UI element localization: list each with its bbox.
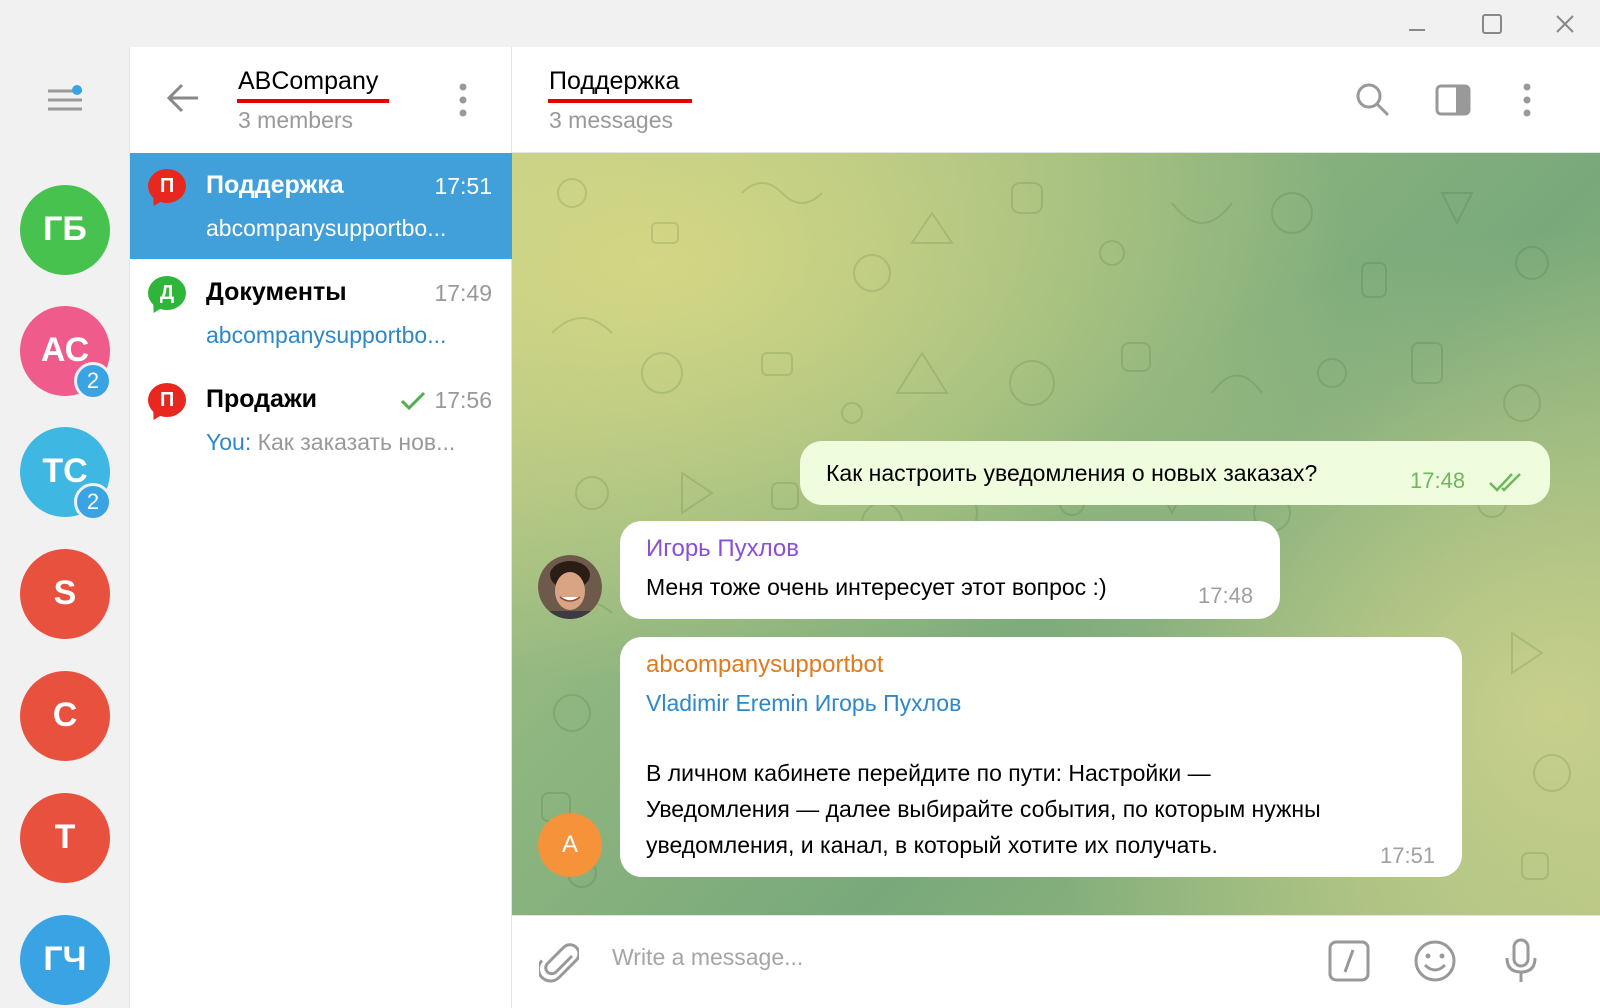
more-vertical-icon [459,83,467,117]
slash-command-icon [1328,940,1370,982]
maximize-button[interactable] [1457,0,1527,47]
chat-bubble-icon: П [148,383,186,424]
outgoing-message[interactable]: Как настроить уведомления о новых заказа… [800,441,1550,505]
conversation-panel: Поддержка 3 messages Как настроить уведо… [512,47,1600,1008]
double-check-icon [1489,473,1521,492]
bot-commands-button[interactable] [1324,936,1374,986]
group-title: ABCompany [238,67,379,95]
message-text-line: уведомления, и канал, в который хотите и… [646,832,1218,858]
unread-dot [72,85,82,95]
chat-preview: abcompanysupportbo... [206,322,496,349]
account-avatar[interactable]: АС 2 [20,306,112,400]
message-area[interactable]: Как настроить уведомления о новых заказа… [512,153,1600,915]
conversation-header: Поддержка 3 messages [512,47,1600,153]
chat-preview: abcompanysupportbo... [206,215,496,242]
attach-button[interactable] [534,936,584,986]
smile-icon [1414,940,1456,982]
maximize-icon [1482,13,1502,34]
message-input[interactable]: Write a message... [612,944,1212,971]
chat-icon-letter: Д [148,276,186,310]
message-mentions[interactable]: Vladimir Eremin Игорь Пухлов [646,685,961,721]
main-menu-button[interactable] [40,79,90,119]
close-button[interactable] [1530,0,1600,47]
account-initials: ТС [42,451,88,490]
message-text-line: Уведомления — далее выбирайте события, п… [646,796,1321,822]
chat-list-header: ABCompany 3 members [130,47,512,153]
minimize-icon [1409,28,1425,31]
back-button[interactable] [160,75,206,121]
account-initials: ГЧ [43,939,87,978]
account-avatar[interactable]: ГБ [20,185,110,275]
account-initials: АС [40,330,90,369]
chat-list-item[interactable]: П Продажи 17:56 You: Как заказать нов... [130,367,512,473]
message-time: 17:51 [1380,843,1436,868]
message-text: Меня тоже очень интересует этот вопрос :… [646,574,1107,600]
chat-preview: You: Как заказать нов... [206,429,496,456]
accounts-sidebar: ГБ АС 2 ТС 2 S C T ГЧ [0,47,130,1008]
incoming-message[interactable]: Игорь Пухлов Меня тоже очень интересует э… [620,521,1280,619]
composer-bar: Write a message... [512,915,1600,1008]
message-sender[interactable]: Игорь Пухлов [646,535,799,563]
checkmark-icon [400,391,426,411]
message-sender[interactable]: abcompanysupportbot [646,651,884,679]
minimize-button[interactable] [1382,0,1452,47]
incoming-message[interactable]: abcompanysupportbot Vladimir Eremin Игорь… [620,637,1462,877]
arrow-left-icon [166,83,198,113]
emoji-button[interactable] [1410,936,1460,986]
chat-list-item[interactable]: П Поддержка 17:51 abcompanysupportbo... [130,153,512,259]
unread-count-badge: 2 [74,362,112,400]
message-text-line: В личном кабинете перейдите по пути: Нас… [646,760,1211,786]
chat-time: 17:49 [434,280,492,306]
bot-avatar[interactable]: A [538,813,602,877]
chat-name: Поддержка [206,171,344,199]
chat-name: Документы [206,278,347,306]
account-avatar[interactable]: T [20,793,110,883]
chat-title-underline [548,99,692,103]
chat-time: 17:56 [434,387,492,413]
paperclip-icon [539,943,579,983]
preview-text: Как заказать нов... [251,429,456,455]
account-avatar[interactable]: ТС 2 [20,427,112,521]
search-button[interactable] [1350,77,1396,123]
chat-name: Продажи [206,385,318,413]
unread-count-badge: 2 [74,483,112,521]
account-avatar[interactable]: ГЧ [20,915,110,1005]
more-vertical-icon [1523,83,1531,117]
group-member-count: 3 members [238,107,354,133]
title-underline [237,99,389,103]
account-avatar[interactable]: C [20,671,110,761]
preview-text: abcompanysupportbo... [206,322,447,348]
message-count: 3 messages [549,107,674,133]
group-menu-button[interactable] [448,77,478,123]
chat-bubble-icon: П [148,169,186,210]
chat-bubble-icon: Д [148,276,186,317]
close-icon [1556,14,1574,33]
account-initials: S [53,573,77,612]
account-initials: ГБ [43,209,87,248]
message-time: 17:48 [1198,583,1254,608]
account-initials: T [54,817,76,856]
chat-menu-button[interactable] [1504,77,1550,123]
preview-sender: You: [206,429,252,455]
chat-title[interactable]: Поддержка [549,67,679,96]
title-bar [0,0,1600,47]
account-initials: C [52,695,78,734]
bot-avatar-letter: A [561,831,578,858]
microphone-icon [1505,938,1537,982]
chat-list-panel: ABCompany 3 members П Поддержка 17:51 abcom… [130,47,512,1008]
preview-text: abcompanysupportbo... [206,215,447,241]
voice-record-button[interactable] [1496,936,1546,986]
sidebar-toggle-button[interactable] [1430,77,1476,123]
chat-time: 17:51 [434,173,492,199]
chat-icon-letter: П [148,383,186,417]
search-icon [1356,83,1390,117]
sidebar-panel-icon [1435,84,1471,116]
user-avatar-photo[interactable] [538,555,602,619]
account-avatar[interactable]: S [20,549,110,639]
chat-list-item[interactable]: Д Документы 17:49 abcompanysupportbo... [130,260,512,366]
chat-icon-letter: П [148,169,186,203]
message-text: Как настроить уведомления о новых заказа… [826,460,1318,486]
message-time: 17:48 [1410,468,1466,493]
